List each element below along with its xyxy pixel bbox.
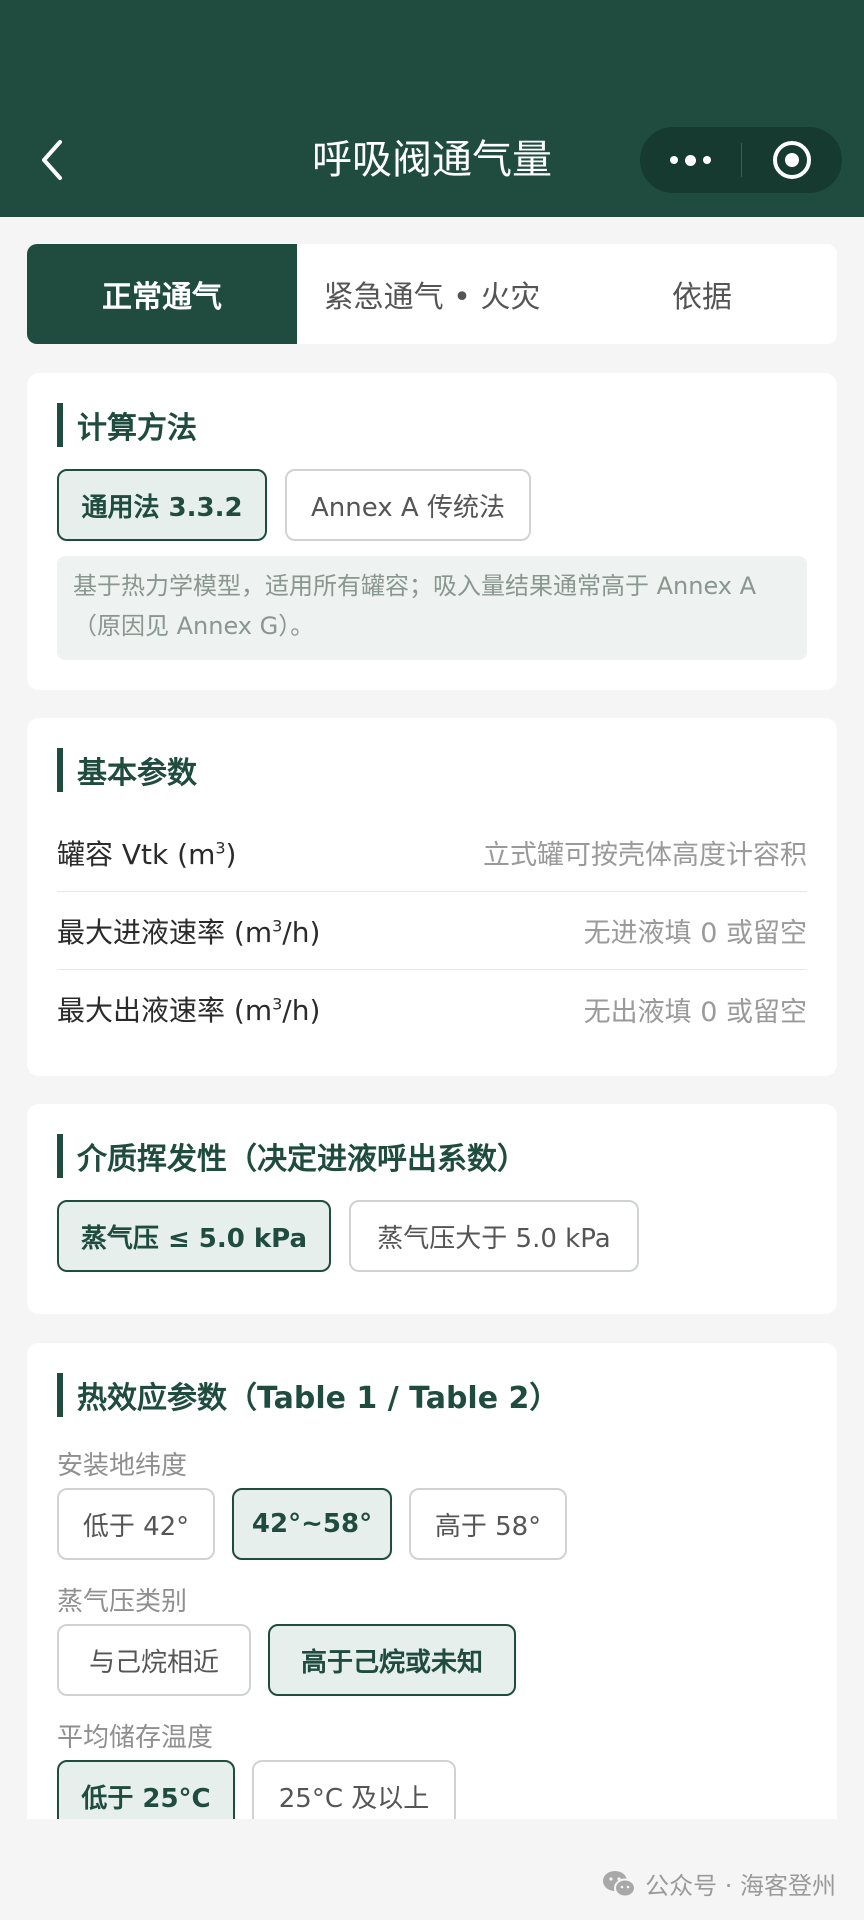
method-card: 计算方法 通用法 3.3.2 Annex A 传统法 基于热力学模型，适用所有罐… bbox=[27, 373, 837, 690]
latitude-label: 安装地纬度 bbox=[57, 1451, 188, 1481]
method-option-general[interactable]: 通用法 3.3.2 bbox=[57, 469, 267, 541]
thermal-title: 热效应参数（Table 1 / Table 2） bbox=[57, 1373, 559, 1417]
volatility-option-high[interactable]: 蒸气压大于 5.0 kPa bbox=[349, 1200, 639, 1272]
thermal-card: 热效应参数（Table 1 / Table 2） 安装地纬度 低于 42° 42… bbox=[27, 1343, 837, 1819]
outflow-rate-field[interactable]: 最大出液速率 (m3/h) 无出液填 0 或留空 bbox=[57, 970, 807, 1048]
vapor-class-option-hexane[interactable]: 与己烷相近 bbox=[57, 1624, 251, 1696]
outflow-rate-label: 最大出液速率 (m3/h) bbox=[57, 994, 321, 1027]
tab-normal-vent[interactable]: 正常通气 bbox=[27, 244, 297, 344]
wechat-icon bbox=[603, 1870, 637, 1897]
mode-tabs: 正常通气 紧急通气 • 火灾 依据 bbox=[27, 244, 837, 344]
inflow-rate-input[interactable]: 无进液填 0 或留空 bbox=[584, 911, 807, 950]
inflow-rate-field[interactable]: 最大进液速率 (m3/h) 无进液填 0 或留空 bbox=[57, 892, 807, 970]
more-dots-icon bbox=[669, 154, 711, 166]
method-note: 基于热力学模型，适用所有罐容；吸入量结果通常高于 Annex A（原因见 Ann… bbox=[57, 556, 807, 660]
watermark-text: 公众号 · 海客登州 bbox=[645, 1872, 836, 1900]
tab-emergency-fire[interactable]: 紧急通气 • 火灾 bbox=[297, 244, 567, 344]
tank-volume-label: 罐容 Vtk (m3) bbox=[57, 837, 237, 871]
latitude-option-42-58[interactable]: 42°~58° bbox=[232, 1488, 392, 1560]
basic-params-title: 基本参数 bbox=[57, 748, 197, 792]
volatility-title: 介质挥发性（决定进液呼出系数） bbox=[57, 1134, 527, 1178]
target-icon bbox=[772, 141, 811, 179]
tank-volume-field[interactable]: 罐容 Vtk (m3) 立式罐可按壳体高度计容积 bbox=[57, 814, 807, 892]
basic-params-card: 基本参数 罐容 Vtk (m3) 立式罐可按壳体高度计容积 最大进液速率 (m3… bbox=[27, 718, 837, 1076]
nav-bar: 呼吸阀通气量 bbox=[0, 0, 864, 217]
latitude-option-above-58[interactable]: 高于 58° bbox=[409, 1488, 567, 1560]
inflow-rate-label: 最大进液速率 (m3/h) bbox=[57, 915, 321, 949]
volatility-card: 介质挥发性（决定进液呼出系数） 蒸气压 ≤ 5.0 kPa 蒸气压大于 5.0 … bbox=[27, 1104, 837, 1314]
watermark: 公众号 · 海客登州 bbox=[601, 1866, 836, 1901]
temperature-option-below-25[interactable]: 低于 25°C bbox=[57, 1760, 235, 1819]
tank-volume-input[interactable]: 立式罐可按壳体高度计容积 bbox=[483, 833, 807, 872]
latitude-option-below-42[interactable]: 低于 42° bbox=[57, 1488, 215, 1560]
method-title: 计算方法 bbox=[57, 403, 197, 447]
close-program-button[interactable] bbox=[742, 127, 843, 193]
method-option-annex-a[interactable]: Annex A 传统法 bbox=[285, 469, 531, 541]
more-button[interactable] bbox=[640, 127, 741, 193]
temperature-label: 平均储存温度 bbox=[57, 1723, 214, 1753]
temperature-option-25-above[interactable]: 25°C 及以上 bbox=[252, 1760, 456, 1819]
volatility-option-low[interactable]: 蒸气压 ≤ 5.0 kPa bbox=[57, 1200, 331, 1272]
tab-basis[interactable]: 依据 bbox=[567, 244, 837, 344]
outflow-rate-input[interactable]: 无出液填 0 或留空 bbox=[584, 990, 807, 1029]
mini-program-capsule bbox=[640, 127, 842, 193]
vapor-class-option-higher[interactable]: 高于己烷或未知 bbox=[268, 1624, 516, 1696]
vapor-class-label: 蒸气压类别 bbox=[57, 1587, 188, 1617]
